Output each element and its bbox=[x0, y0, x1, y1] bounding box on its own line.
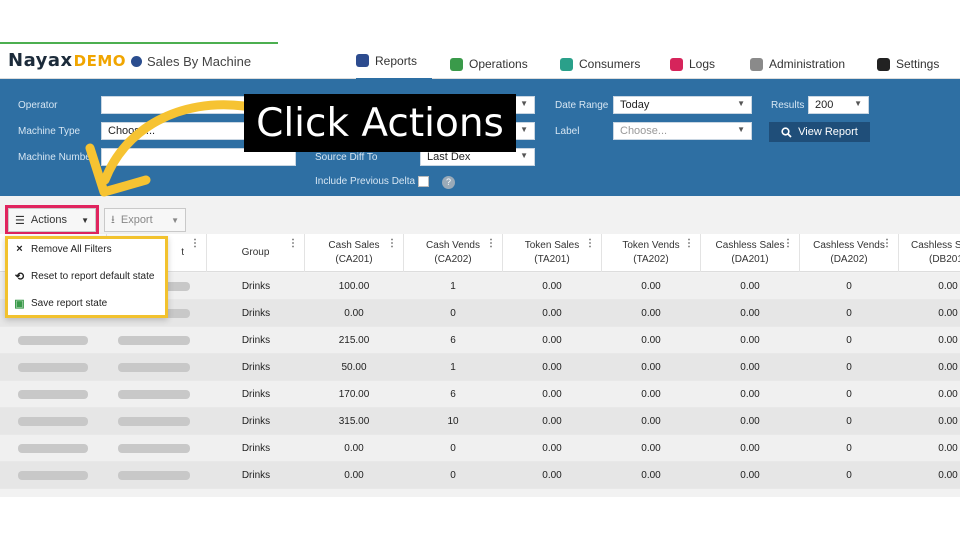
annotation-arrow bbox=[85, 100, 249, 197]
annotation-callout: Click Actions bbox=[244, 94, 516, 152]
